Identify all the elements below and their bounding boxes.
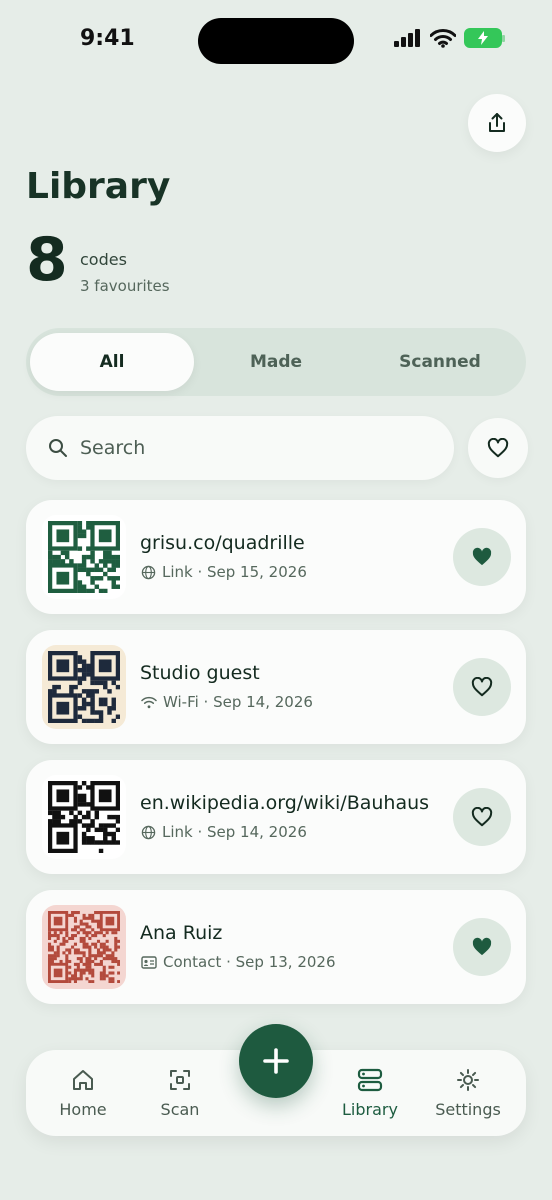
item-title: grisu.co/quadrille — [140, 532, 305, 554]
favourite-toggle[interactable] — [453, 788, 511, 846]
heart-outline-icon — [471, 807, 493, 827]
gear-icon — [457, 1068, 479, 1091]
search-placeholder: Search — [80, 437, 146, 459]
item-title: Ana Ruiz — [140, 922, 223, 944]
code-count-label: codes — [80, 250, 127, 269]
library-item[interactable]: Ana Ruiz Contact · Sep 13, 2026 — [26, 890, 526, 1004]
dynamic-island — [198, 18, 354, 64]
heart-filled-icon — [472, 547, 492, 566]
search-input[interactable]: Search — [26, 416, 454, 480]
wifi-status-icon — [430, 28, 456, 48]
favourite-toggle[interactable] — [453, 658, 511, 716]
cellular-signal-icon — [394, 29, 420, 47]
status-time: 9:41 — [80, 26, 135, 51]
favourite-toggle[interactable] — [453, 528, 511, 586]
share-icon — [489, 113, 505, 132]
qr-code-icon — [48, 651, 120, 723]
favourites-count: 3 favourites — [80, 277, 170, 295]
library-icon — [357, 1068, 383, 1091]
contact-card-icon — [141, 955, 157, 969]
heart-outline-icon — [487, 438, 509, 458]
item-meta-text: Wi-Fi · Sep 14, 2026 — [163, 693, 313, 711]
qr-thumbnail — [42, 515, 126, 599]
charging-bolt-icon — [478, 31, 488, 45]
favourites-filter-button[interactable] — [468, 418, 528, 478]
tab-library[interactable]: Library — [330, 1050, 410, 1136]
share-button[interactable] — [468, 94, 526, 152]
favourite-toggle[interactable] — [453, 918, 511, 976]
qr-thumbnail — [42, 905, 126, 989]
tab-home[interactable]: Home — [48, 1050, 118, 1136]
wifi-icon — [141, 696, 157, 708]
qr-code-icon — [48, 781, 120, 853]
qr-thumbnail — [42, 775, 126, 859]
home-icon — [73, 1069, 93, 1090]
heart-outline-icon — [471, 677, 493, 697]
status-icons — [394, 28, 505, 48]
qr-code-icon — [48, 911, 120, 983]
tab-library-label: Library — [342, 1099, 398, 1119]
tab-scan[interactable]: Scan — [145, 1050, 215, 1136]
scan-icon — [170, 1069, 190, 1090]
library-item[interactable]: Studio guest Wi-Fi · Sep 14, 2026 — [26, 630, 526, 744]
page-title: Library — [26, 166, 171, 207]
segment-made[interactable]: Made — [194, 333, 358, 391]
tab-home-label: Home — [59, 1099, 107, 1119]
library-item[interactable]: en.wikipedia.org/wiki/Bauhaus Link · Sep… — [26, 760, 526, 874]
globe-icon — [141, 565, 156, 579]
item-meta: Link · Sep 14, 2026 — [141, 823, 307, 841]
status-bar: 9:41 — [0, 0, 552, 84]
plus-icon — [263, 1048, 289, 1074]
create-code-button[interactable] — [239, 1024, 313, 1098]
qr-thumbnail — [42, 645, 126, 729]
item-meta: Contact · Sep 13, 2026 — [141, 953, 336, 971]
item-meta: Wi-Fi · Sep 14, 2026 — [141, 693, 313, 711]
item-title: Studio guest — [140, 662, 260, 684]
item-meta: Link · Sep 15, 2026 — [141, 563, 307, 581]
tab-scan-label: Scan — [160, 1099, 200, 1119]
tab-settings[interactable]: Settings — [428, 1050, 508, 1136]
library-item[interactable]: grisu.co/quadrille Link · Sep 15, 2026 — [26, 500, 526, 614]
battery-icon — [464, 28, 505, 48]
tab-settings-label: Settings — [435, 1099, 501, 1119]
item-meta-text: Link · Sep 15, 2026 — [162, 563, 307, 581]
item-title: en.wikipedia.org/wiki/Bauhaus — [140, 792, 430, 814]
code-count: 8 — [26, 225, 68, 295]
globe-icon — [141, 825, 156, 839]
qr-code-icon — [48, 521, 120, 593]
segment-all[interactable]: All — [30, 333, 194, 391]
filter-segmented-control: All Made Scanned — [26, 328, 526, 396]
item-meta-text: Contact · Sep 13, 2026 — [163, 953, 336, 971]
item-meta-text: Link · Sep 14, 2026 — [162, 823, 307, 841]
search-icon — [49, 439, 67, 457]
segment-scanned[interactable]: Scanned — [358, 333, 522, 391]
heart-filled-icon — [472, 937, 492, 956]
